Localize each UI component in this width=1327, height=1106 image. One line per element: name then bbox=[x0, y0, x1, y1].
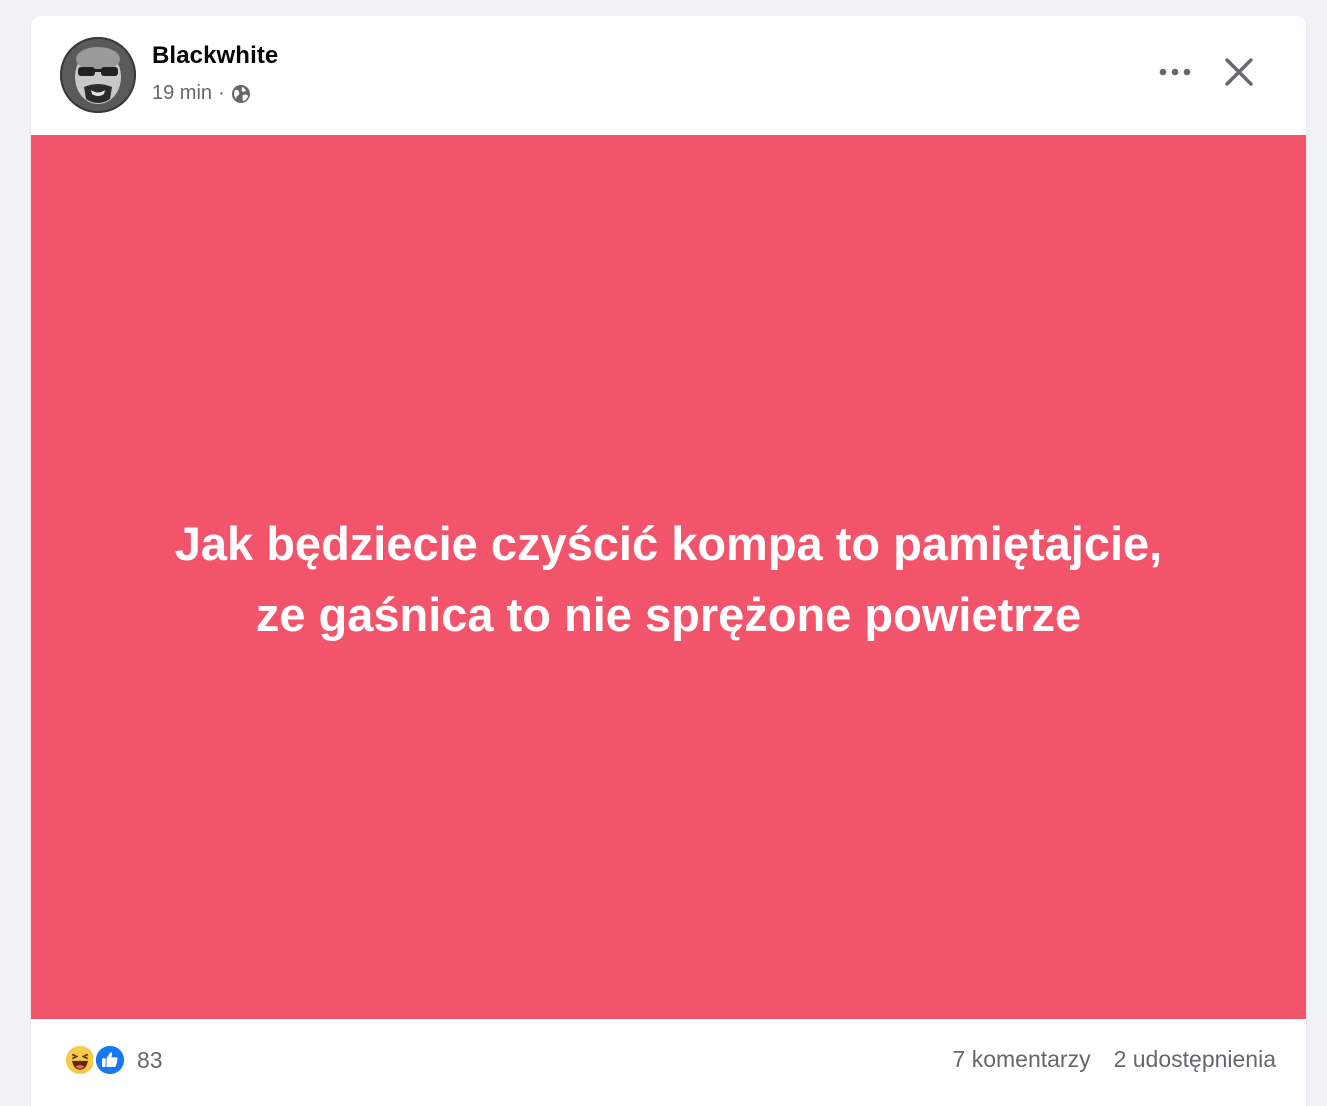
like-reaction-icon bbox=[93, 1043, 127, 1077]
post-meta: 19 min · bbox=[152, 82, 251, 105]
haha-reaction-icon bbox=[63, 1043, 97, 1077]
post-text-line-2: ze gaśnica to nie sprężone powietrze bbox=[255, 588, 1082, 641]
more-horizontal-icon bbox=[1159, 68, 1191, 76]
shares-count-link[interactable]: 2 udostępnienia bbox=[1114, 1046, 1276, 1073]
meta-separator: · bbox=[218, 82, 225, 104]
avatar-image bbox=[60, 37, 136, 113]
comments-count-link[interactable]: 7 komentarzy bbox=[953, 1046, 1091, 1073]
reactions-summary[interactable]: 83 bbox=[63, 1043, 163, 1077]
engagement-counts: 7 komentarzy 2 udostępnienia bbox=[953, 1046, 1276, 1073]
more-options-button[interactable] bbox=[1149, 54, 1201, 90]
post-dialog: Blackwhite 19 min · Jak będziecie czyści… bbox=[31, 16, 1306, 1106]
avatar[interactable] bbox=[60, 37, 136, 113]
post-text-line-1: Jak będziecie czyścić kompa to pamiętajc… bbox=[174, 517, 1163, 570]
author-name[interactable]: Blackwhite bbox=[152, 42, 278, 70]
close-button[interactable] bbox=[1217, 50, 1261, 94]
close-icon bbox=[1225, 58, 1253, 86]
post-timestamp[interactable]: 19 min bbox=[152, 82, 212, 105]
post-text: Jak będziecie czyścić kompa to pamiętajc… bbox=[69, 508, 1269, 650]
post-content: Jak będziecie czyścić kompa to pamiętajc… bbox=[31, 135, 1306, 1019]
reaction-count: 83 bbox=[137, 1046, 163, 1073]
post-header: Blackwhite 19 min · bbox=[31, 16, 1306, 135]
globe-icon[interactable] bbox=[231, 84, 251, 104]
